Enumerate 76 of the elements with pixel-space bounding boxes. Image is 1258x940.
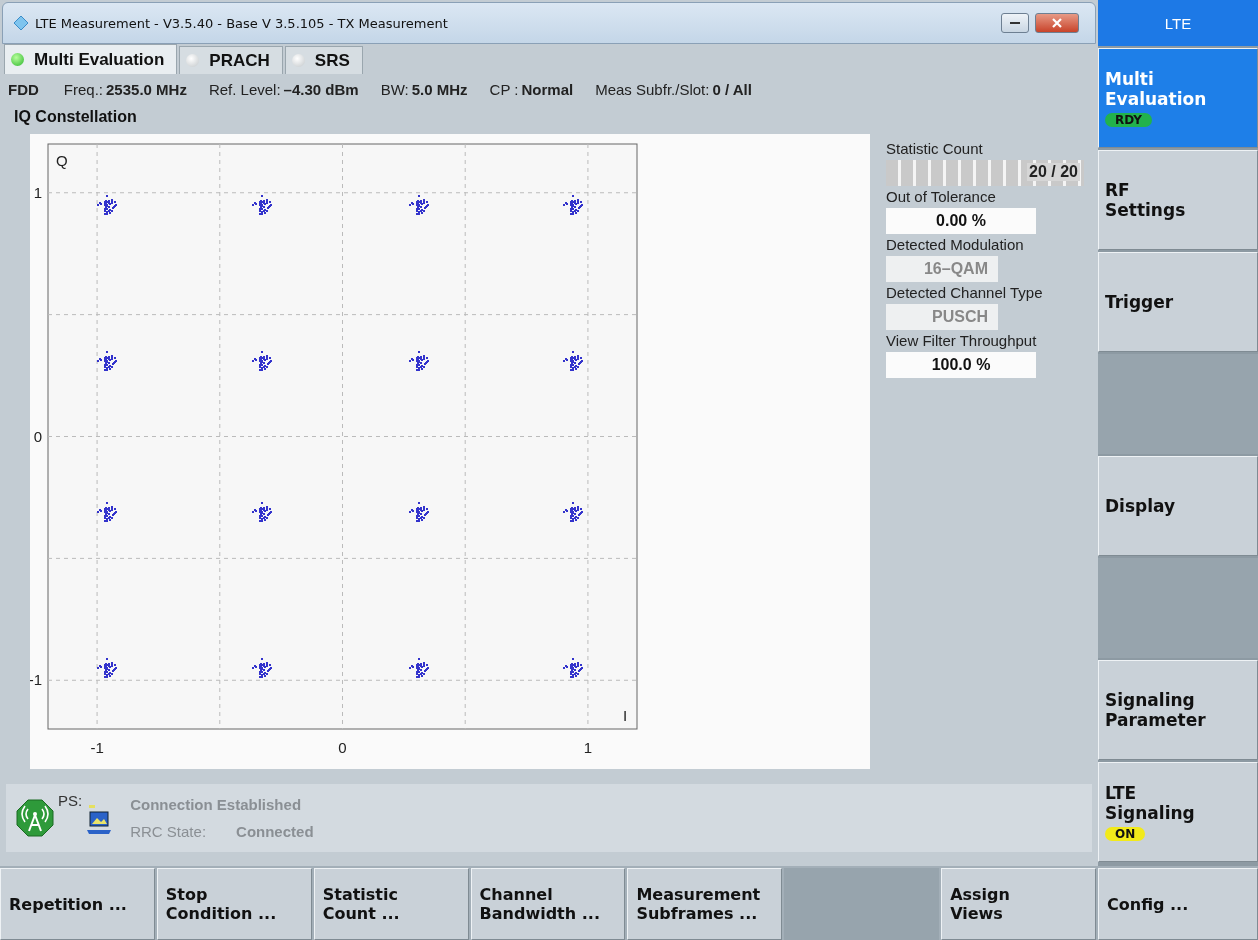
hotkey[interactable]: Assign Views — [941, 868, 1096, 940]
tick-label: 0 — [338, 739, 347, 756]
hotkey[interactable]: Stop Condition ... — [156, 868, 312, 940]
minimize-icon — [1010, 21, 1020, 25]
rrc-label: RRC State: — [130, 823, 207, 840]
info-label: FDD — [8, 80, 39, 98]
view-title: IQ Constellation — [13, 107, 138, 127]
point-cluster — [409, 658, 429, 678]
tab[interactable]: Multi Evaluation — [4, 44, 178, 74]
point-cluster — [409, 502, 429, 522]
info-value: 2535.0 MHz — [106, 80, 187, 98]
result-label: View Filter Throughput — [886, 332, 1038, 351]
hotkey[interactable]: Repetition ... — [0, 868, 155, 940]
softkey[interactable]: RF Settings — [1098, 150, 1258, 250]
point-cluster — [252, 658, 272, 678]
info-value: 5.0 MHz — [411, 80, 468, 98]
softkey[interactable]: LTE Signaling ON — [1098, 762, 1258, 862]
tick-label: -1 — [30, 671, 42, 689]
softkey[interactable]: Signaling Parameter — [1098, 660, 1258, 760]
result-value: 0.00 % — [886, 208, 1036, 234]
tab[interactable]: SRS — [284, 46, 363, 74]
status-badge: ON — [1105, 827, 1146, 841]
point-cluster — [97, 502, 117, 522]
result-label: Detected Modulation — [886, 236, 1025, 255]
result-label: Detected Channel Type — [886, 284, 1044, 303]
point-cluster — [97, 351, 117, 371]
result-label: Out of Tolerance — [886, 188, 997, 207]
info-label: CP : — [489, 80, 519, 98]
point-cluster — [97, 195, 117, 215]
close-icon — [1052, 18, 1062, 28]
antenna-icon — [16, 799, 54, 837]
result-value: 100.0 % — [886, 352, 1036, 378]
info-label: Freq.: — [63, 80, 103, 98]
tick-label: 1 — [583, 739, 593, 756]
point-cluster — [563, 195, 583, 215]
point-cluster — [409, 195, 429, 215]
axis-label: Q — [56, 152, 68, 169]
point-cluster — [252, 195, 272, 215]
diamond-icon — [13, 15, 29, 31]
point-cluster — [97, 658, 117, 678]
info-value: –4.30 dBm — [283, 80, 359, 98]
softkey-header: LTE — [1098, 0, 1258, 46]
info-label: Meas Subfr./Slot: — [595, 80, 710, 98]
softkey[interactable]: Multi Evaluation RDY — [1098, 48, 1258, 148]
softkey[interactable]: Trigger — [1098, 252, 1258, 352]
close-button[interactable] — [1035, 13, 1079, 33]
tick-label: 1 — [33, 183, 42, 201]
rrc-value: Connected — [236, 823, 314, 840]
status-badge: RDY — [1105, 113, 1153, 127]
point-cluster — [252, 351, 272, 371]
info-label: BW: — [380, 80, 409, 98]
hotkey[interactable]: Channel Bandwidth ... — [470, 868, 626, 940]
hotkey[interactable]: Statistic Count ... — [313, 868, 469, 940]
point-cluster — [252, 502, 272, 522]
axis-label: I — [623, 707, 628, 724]
hotkey[interactable]: Config ... — [1098, 868, 1258, 940]
result-label: Statistic Count — [886, 140, 984, 159]
tab[interactable]: PRACH — [179, 46, 283, 74]
hotkey[interactable]: Measurement Subframes ... — [627, 868, 783, 940]
ps-label: PS: — [58, 792, 83, 809]
meter-reading: 20 / 20 — [1027, 163, 1080, 181]
tick-label: 0 — [33, 427, 42, 445]
softkey[interactable]: Display — [1098, 456, 1258, 556]
info-value: Normal — [521, 80, 574, 98]
result-value: PUSCH — [886, 304, 998, 330]
point-cluster — [563, 502, 583, 522]
info-label: Ref. Level: — [208, 80, 281, 98]
window-title: LTE Measurement - V3.5.40 - Base V 3.5.105 - TX Measurement — [35, 15, 449, 31]
minimize-button[interactable] — [1001, 13, 1029, 33]
tick-label: -1 — [90, 739, 104, 756]
point-cluster — [409, 351, 429, 371]
connection-status: Connection Established — [130, 796, 303, 813]
point-cluster — [563, 351, 583, 371]
info-value: 0 / All — [712, 80, 752, 98]
result-value: 16–QAM — [886, 256, 998, 282]
point-cluster — [563, 658, 583, 678]
